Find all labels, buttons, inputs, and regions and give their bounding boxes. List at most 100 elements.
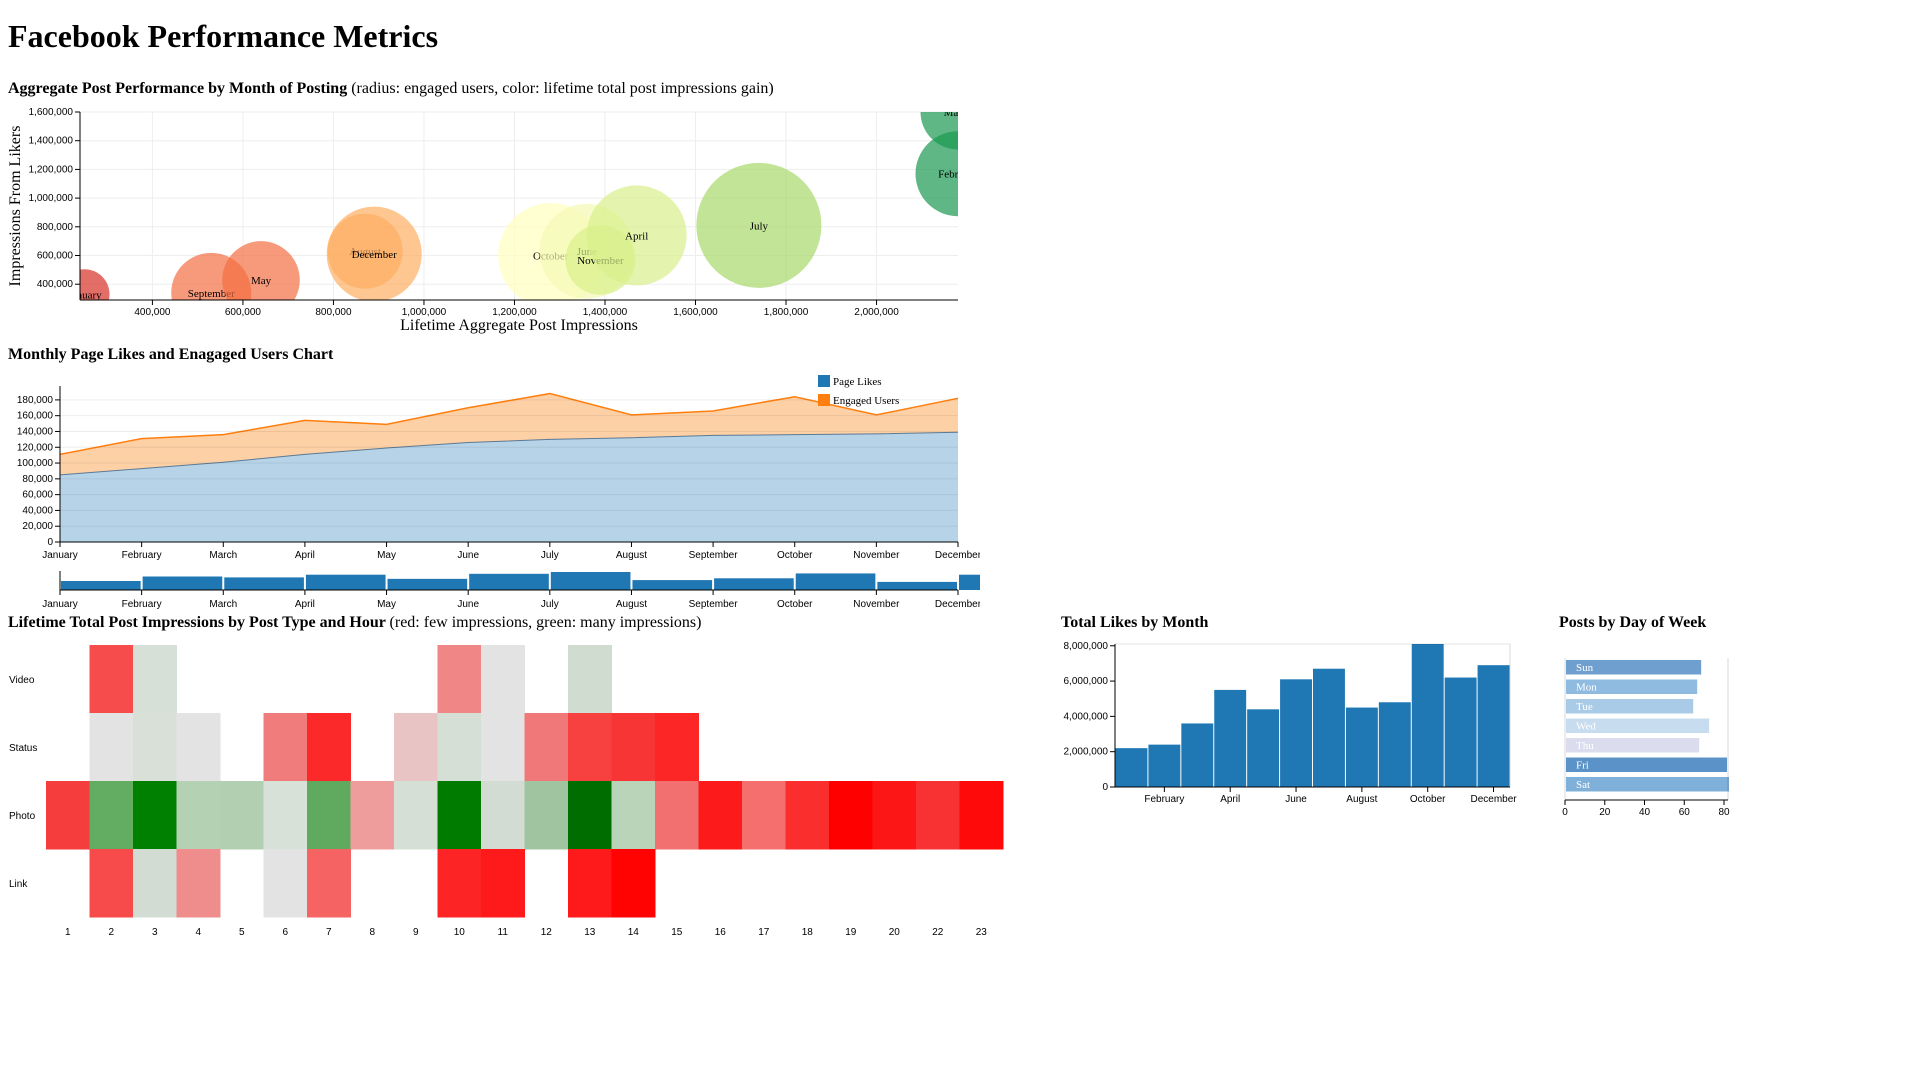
likes-y-tick-label: 4,000,000 (1064, 711, 1109, 722)
heatmap-cell (524, 713, 569, 782)
bubble-point: April (586, 185, 687, 286)
area-y-tick-label: 180,000 (17, 395, 54, 406)
heatmap-cell (350, 781, 395, 850)
days-bar-label: Thu (1576, 740, 1594, 752)
heatmap-cell (176, 781, 221, 850)
bubble-y-tick-label: 1,600,000 (29, 107, 74, 118)
heatmap-title: Lifetime Total Post Impressions by Post … (8, 614, 701, 632)
bubble-point: March (920, 112, 958, 150)
heatmap-cell (437, 781, 482, 850)
brush-bar (714, 578, 794, 590)
heatmap-cell (568, 713, 612, 782)
heatmap-cell (481, 645, 525, 714)
heatmap-cell (785, 781, 830, 850)
heatmap-col-label: 17 (758, 927, 770, 938)
brush-bar (469, 573, 549, 590)
heatmap-cell (481, 713, 525, 782)
heatmap-cell (46, 781, 90, 850)
days-bar-group: Mon (1566, 679, 1698, 694)
area-x-tick-label: December (935, 550, 980, 561)
bubble-title-sub: (radius: engaged users, color: lifetime … (351, 80, 774, 97)
likes-bar (1345, 707, 1378, 787)
likes-y-tick-label: 8,000,000 (1064, 641, 1109, 652)
bubble-point: July (696, 162, 822, 288)
area-legend-item: Page Likes (818, 375, 882, 388)
area-x-tick-label: January (42, 550, 78, 561)
bubble-x-label: Lifetime Aggregate Post Impressions (400, 317, 638, 334)
heatmap-cell (263, 713, 308, 782)
area-y-tick-label: 40,000 (22, 505, 53, 516)
days-x-tick-label: 40 (1639, 807, 1651, 818)
heatmap-cell (829, 781, 873, 850)
heatmap-cell (133, 713, 177, 782)
days-bar (1566, 757, 1728, 772)
likes-bar (1247, 709, 1280, 787)
heatmap-cell (481, 781, 525, 850)
brush-bar (142, 576, 223, 590)
heatmap-col-label: 1 (65, 927, 71, 938)
area-x-tick-label: April (295, 550, 315, 561)
heatmap-col-label: 18 (802, 927, 814, 938)
bubble-x-tick-label: 1,600,000 (673, 307, 718, 318)
heatmap-cell (611, 849, 656, 918)
heatmap-cell (698, 781, 743, 850)
area-y-tick-label: 0 (47, 537, 53, 548)
area-x-tick-label: August (616, 550, 647, 561)
heatmap-cell (133, 645, 177, 714)
days-bar-label: Tue (1576, 701, 1593, 713)
heatmap-cell (176, 849, 221, 918)
heatmap-cell (611, 713, 656, 782)
brush-bar (632, 580, 713, 590)
heatmap-cell (437, 849, 482, 918)
brush-bar (387, 578, 468, 590)
heatmap-cell (176, 713, 221, 782)
heatmap-cell (655, 713, 699, 782)
heatmap-cell (568, 781, 612, 850)
days-chart-title: Posts by Day of Week (1559, 614, 1707, 631)
heatmap-cell (611, 781, 656, 850)
heatmap-cell (481, 849, 525, 918)
heatmap-cell (655, 781, 699, 850)
days-bar-group: Sun (1566, 660, 1702, 675)
days-x-tick-label: 60 (1679, 807, 1691, 818)
heatmap-col-label: 20 (889, 927, 901, 938)
heatmap-col-label: 19 (845, 927, 857, 938)
area-y-tick-label: 60,000 (22, 490, 53, 501)
area-y-tick-label: 140,000 (17, 426, 54, 437)
brush-bar (795, 573, 876, 590)
likes-x-tick-label: December (1470, 794, 1517, 805)
heatmap-col-label: 5 (239, 927, 245, 938)
bubble-label: July (750, 220, 769, 232)
brush-bar (550, 572, 631, 590)
bubble-point: December (326, 206, 422, 300)
heatmap-title-main: Lifetime Total Post Impressions by Post … (8, 614, 386, 631)
brush-x-tick-label: September (689, 599, 739, 610)
heatmap-cell (89, 781, 134, 850)
heatmap-cell (307, 713, 351, 782)
days-x-tick-label: 80 (1718, 807, 1730, 818)
likes-bar (1378, 702, 1411, 787)
bubble-x-tick-label: 1,800,000 (764, 307, 809, 318)
bubble-x-tick-label: 400,000 (134, 307, 171, 318)
bubble-x-tick-label: 2,000,000 (854, 307, 899, 318)
brush-x-tick-label: April (295, 599, 315, 610)
heatmap-cell (263, 781, 308, 850)
days-bar (1566, 777, 1729, 792)
brush-x-tick-label: December (935, 599, 980, 610)
days-bar-group: Tue (1566, 699, 1694, 714)
area-chart: 0 20,000 40,000 60,000 80,000 100,000 120,000 1… (17, 375, 980, 610)
bubble-title-main: Aggregate Post Performance by Month of P… (8, 80, 348, 97)
likes-bar (1477, 665, 1510, 787)
bubble-point: January (80, 269, 110, 300)
area-y-tick-label: 120,000 (17, 442, 54, 453)
heatmap-col-label: 16 (715, 927, 727, 938)
brush-x-tick-label: August (616, 599, 647, 610)
area-x-tick-label: October (777, 550, 813, 561)
days-bar-group: Wed (1566, 718, 1710, 733)
heatmap-col-label: 8 (369, 927, 375, 938)
likes-chart-title: Total Likes by Month (1061, 614, 1209, 631)
heatmap-cell (437, 645, 482, 714)
heatmap-cell (133, 781, 177, 850)
brush-x-tick-label: May (377, 599, 396, 610)
likes-bar (1214, 689, 1247, 787)
